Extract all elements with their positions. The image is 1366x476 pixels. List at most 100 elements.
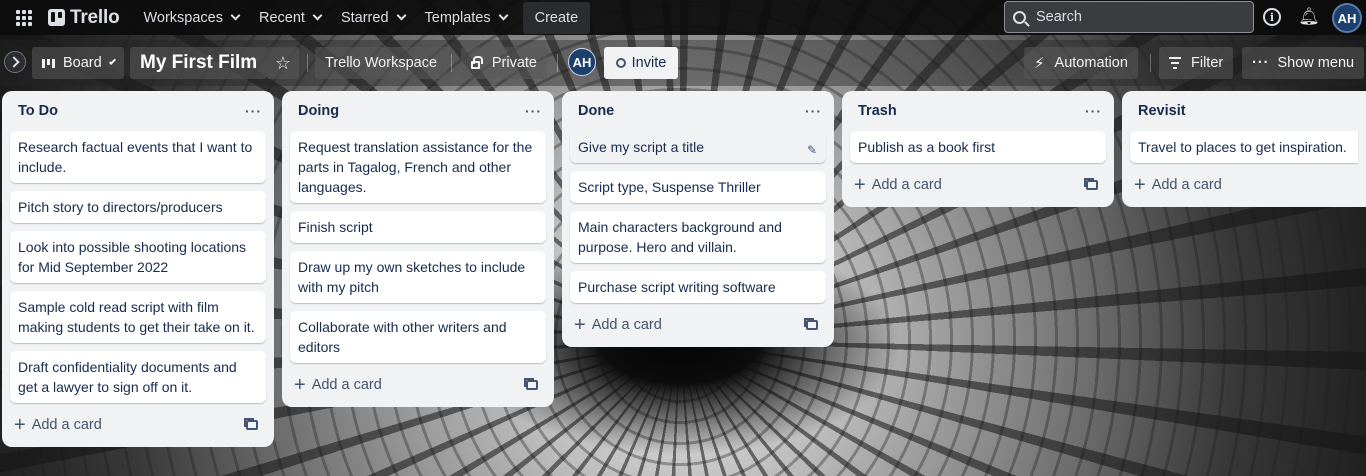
card[interactable]: Script type, Suspense Thriller	[570, 171, 826, 203]
list-actions-icon[interactable]: ···	[805, 103, 822, 119]
chevron-down-icon	[396, 10, 406, 21]
list-header: Doing ···	[290, 91, 546, 131]
invite-button[interactable]: Invite	[604, 47, 678, 79]
plus-icon: +	[574, 314, 586, 336]
board-view-switcher[interactable]: Board	[32, 47, 124, 79]
list-title[interactable]: Doing	[298, 103, 339, 119]
add-card-row: + Add a card	[290, 367, 546, 403]
create-button[interactable]: Create	[522, 1, 591, 34]
list-title[interactable]: To Do	[18, 103, 58, 119]
edit-pencil-icon[interactable]: ✎	[807, 140, 817, 160]
search-input[interactable]: Search	[1004, 1, 1254, 33]
recent-label: Recent	[259, 9, 305, 26]
chevron-down-icon	[498, 10, 509, 21]
templates-menu[interactable]: Templates	[415, 2, 517, 34]
plus-icon: +	[1134, 174, 1146, 196]
card[interactable]: Research factual events that I want to i…	[10, 131, 266, 183]
add-card-label: Add a card	[311, 377, 382, 393]
chevron-down-icon	[108, 57, 116, 65]
visibility-button[interactable]: Private	[461, 47, 547, 79]
add-card-label: Add a card	[871, 177, 942, 193]
card[interactable]: Draw up my own sketches to include with …	[290, 251, 546, 303]
divider	[451, 54, 452, 72]
notifications-bell-icon[interactable]: 🔔︎	[1298, 6, 1320, 28]
board-title[interactable]: My First Film	[130, 47, 268, 79]
visibility-label: Private	[491, 55, 537, 71]
add-card-button[interactable]: + Add a card	[1134, 175, 1222, 195]
create-from-template-icon[interactable]	[1084, 178, 1098, 190]
create-from-template-icon[interactable]	[244, 418, 258, 430]
card[interactable]: Publish as a book first	[850, 131, 1106, 163]
add-card-label: Add a card	[31, 417, 102, 433]
automation-label: Automation	[1054, 55, 1128, 71]
member-avatar[interactable]: AH	[568, 48, 596, 76]
starred-menu[interactable]: Starred	[331, 2, 415, 34]
card[interactable]: Look into possible shooting locations fo…	[10, 231, 266, 283]
card[interactable]: Finish script	[290, 211, 546, 243]
recent-menu[interactable]: Recent	[249, 2, 331, 34]
templates-label: Templates	[424, 9, 491, 26]
list-actions-icon[interactable]: ···	[1085, 103, 1102, 119]
add-card-label: Add a card	[1151, 177, 1222, 193]
filter-label: Filter	[1191, 55, 1224, 71]
search-icon	[1013, 10, 1026, 24]
workspace-visible-button[interactable]: Trello Workspace	[315, 47, 448, 79]
filter-button[interactable]: Filter	[1159, 47, 1234, 79]
divider	[1150, 54, 1151, 72]
app-switcher-icon[interactable]	[12, 6, 36, 30]
show-menu-label: Show menu	[1277, 55, 1355, 71]
card[interactable]: Request translation assistance for the p…	[290, 131, 546, 203]
account-avatar[interactable]: AH	[1332, 3, 1362, 33]
list-title[interactable]: Done	[578, 103, 614, 119]
list-header: Revisit	[1130, 91, 1358, 131]
card[interactable]: Main characters background and purpose. …	[570, 211, 826, 263]
card[interactable]: Draft confidentiality documents and get …	[10, 351, 266, 403]
plus-icon: +	[14, 414, 26, 436]
lock-icon	[471, 56, 483, 69]
list-actions-icon[interactable]: ···	[525, 103, 542, 119]
invite-label: Invite	[631, 55, 667, 71]
plus-icon: +	[294, 374, 306, 396]
workspaces-label: Workspaces	[143, 9, 223, 26]
list-revisit: Revisit Travel to places to get inspirat…	[1122, 91, 1366, 207]
chevron-down-icon	[230, 10, 241, 21]
logo-text: Trello	[70, 6, 120, 28]
create-from-template-icon[interactable]	[804, 318, 818, 330]
card[interactable]: Sample cold read script with film making…	[10, 291, 266, 343]
divider	[557, 54, 558, 72]
info-icon[interactable]: i	[1263, 8, 1281, 26]
add-card-button[interactable]: + Add a card	[854, 175, 942, 195]
show-menu-button[interactable]: ··· Show menu	[1242, 47, 1365, 79]
more-dots-icon: ···	[1252, 55, 1270, 71]
card[interactable]: Pitch story to directors/producers	[10, 191, 266, 223]
card[interactable]: Purchase script writing software	[570, 271, 826, 303]
add-card-row: + Add a card	[850, 167, 1106, 203]
search-placeholder: Search	[1036, 9, 1082, 25]
list-doing: Doing ··· Request translation assistance…	[282, 91, 554, 407]
list-header: Done ···	[570, 91, 826, 131]
card[interactable]: Collaborate with other writers and edito…	[290, 311, 546, 363]
create-from-template-icon[interactable]	[524, 378, 538, 390]
add-card-button[interactable]: + Add a card	[14, 415, 102, 435]
card[interactable]: Give my script a title ✎	[570, 131, 826, 163]
board-header: Board My First Film ☆ Trello Workspace P…	[0, 40, 1366, 86]
automation-button[interactable]: ⚡︎ Automation	[1024, 47, 1138, 79]
list-trash: Trash ··· Publish as a book first + Add …	[842, 91, 1114, 207]
star-board-icon[interactable]: ☆	[267, 47, 299, 79]
list-header: To Do ···	[10, 91, 266, 131]
board-view-label: Board	[63, 55, 102, 71]
add-card-row: + Add a card	[10, 407, 266, 443]
list-title[interactable]: Trash	[858, 103, 897, 119]
list-title[interactable]: Revisit	[1138, 103, 1186, 119]
add-member-icon	[615, 58, 626, 68]
list-actions-icon[interactable]: ···	[245, 103, 262, 119]
filter-icon	[1169, 57, 1181, 69]
trello-logo[interactable]: Trello	[48, 6, 120, 29]
sidebar-expand-chevron-icon[interactable]	[4, 51, 26, 73]
plus-icon: +	[854, 174, 866, 196]
card[interactable]: Travel to places to get inspiration.	[1130, 131, 1358, 163]
workspaces-menu[interactable]: Workspaces	[133, 2, 249, 34]
add-card-button[interactable]: + Add a card	[574, 315, 662, 335]
add-card-button[interactable]: + Add a card	[294, 375, 382, 395]
add-card-label: Add a card	[591, 317, 662, 333]
